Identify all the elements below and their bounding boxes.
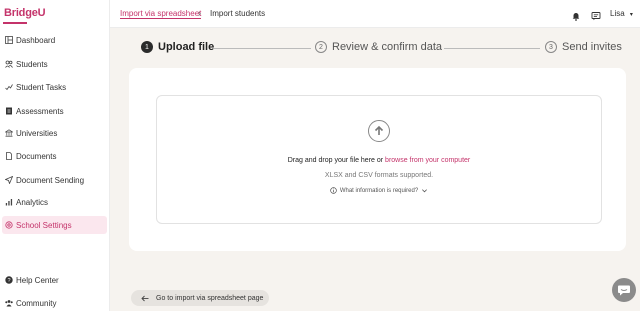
svg-text:?: ? — [7, 278, 10, 284]
step-number: 2 — [315, 41, 327, 53]
upload-card: Drag and drop your file here or browse f… — [129, 68, 626, 251]
sidebar-item-label: Universities — [16, 128, 58, 138]
upload-arrow-icon — [368, 120, 390, 142]
sidebar-item-label: Students — [16, 59, 48, 69]
chat-support-button[interactable] — [612, 278, 636, 302]
breadcrumb-separator-icon: › — [198, 8, 201, 18]
message-icon[interactable] — [591, 8, 601, 21]
arrow-left-icon — [141, 295, 149, 301]
back-to-import-button[interactable]: Go to import via spreadsheet page — [131, 290, 269, 306]
sidebar-item-assessments[interactable]: Assessments — [2, 102, 107, 120]
step-connector — [444, 48, 540, 49]
tasks-icon — [5, 83, 13, 91]
browse-computer-link[interactable]: browse from your computer — [385, 157, 470, 164]
import-stepper: 1 Upload file 2 Review & confirm data 3 … — [110, 28, 640, 68]
main-content: 1 Upload file 2 Review & confirm data 3 … — [110, 28, 640, 311]
chevron-down-icon — [422, 189, 428, 193]
step-label: Send invites — [562, 41, 622, 53]
sidebar-item-analytics[interactable]: Analytics — [2, 193, 107, 211]
sidebar-item-document-sending[interactable]: Document Sending — [2, 171, 107, 189]
chat-icon — [618, 285, 630, 295]
sidebar-item-label: Document Sending — [16, 175, 85, 185]
sidebar-item-school-settings[interactable]: School Settings — [2, 216, 107, 234]
step-connector — [214, 48, 311, 49]
top-bar: Import via spreadsheet › Import students… — [110, 0, 640, 28]
sidebar-item-label: Dashboard — [16, 35, 56, 45]
sidebar-item-help-center[interactable]: ? Help Center — [2, 271, 107, 289]
dropzone-instructions: Drag and drop your file here or browse f… — [157, 157, 601, 164]
sidebar-item-label: Analytics — [16, 197, 49, 207]
step-label: Review & confirm data — [332, 41, 443, 53]
step-upload-file: 1 Upload file — [141, 41, 214, 53]
sidebar-item-label: Documents — [16, 151, 57, 161]
bottom-bar: Go to import via spreadsheet page — [110, 282, 640, 311]
step-number: 3 — [545, 41, 557, 53]
sidebar-item-label: Assessments — [16, 106, 64, 116]
required-info-toggle[interactable]: What information is required? — [157, 187, 601, 194]
settings-icon — [5, 221, 13, 229]
step-number: 1 — [141, 41, 153, 53]
info-icon — [330, 187, 337, 194]
sidebar-item-label: Student Tasks — [16, 82, 67, 92]
chevron-down-icon: ▾ — [629, 12, 633, 18]
back-button-label: Go to import via spreadsheet page — [156, 294, 264, 302]
step-review-confirm: 2 Review & confirm data — [315, 41, 442, 53]
send-icon — [5, 176, 13, 184]
universities-icon — [5, 129, 13, 137]
sidebar-item-label: School Settings — [16, 220, 72, 230]
user-name: Lisa — [610, 9, 625, 18]
sidebar-item-documents[interactable]: Documents — [2, 147, 107, 165]
documents-icon — [5, 152, 13, 160]
analytics-icon — [5, 198, 13, 206]
step-label: Upload file — [158, 41, 215, 53]
help-icon: ? — [5, 276, 13, 284]
required-info-label: What information is required? — [339, 187, 419, 194]
sidebar-item-universities[interactable]: Universities — [2, 124, 107, 142]
breadcrumb-link[interactable]: Import via spreadsheet — [120, 9, 202, 19]
sidebar-item-label: Community — [16, 298, 57, 308]
community-icon — [5, 299, 13, 307]
file-dropzone[interactable]: Drag and drop your file here or browse f… — [156, 95, 602, 224]
students-icon — [5, 60, 13, 68]
breadcrumb-current: Import students — [210, 9, 266, 18]
user-menu[interactable]: Lisa ▾ — [610, 9, 633, 18]
sidebar-item-student-tasks[interactable]: Student Tasks — [2, 78, 107, 96]
sidebar-item-dashboard[interactable]: Dashboard — [2, 31, 107, 49]
bell-icon[interactable] — [571, 8, 581, 21]
supported-formats: XLSX and CSV formats supported. — [324, 172, 434, 179]
dashboard-icon — [5, 36, 13, 44]
assessments-icon — [5, 107, 13, 115]
sidebar-item-label: Help Center — [16, 275, 59, 285]
drop-text: Drag and drop your file here or — [287, 157, 384, 164]
app-logo[interactable]: BridgeU — [4, 7, 46, 19]
sidebar: BridgeU Dashboard Students Student Tasks… — [0, 0, 110, 311]
step-send-invites: 3 Send invites — [545, 41, 622, 53]
sidebar-item-community[interactable]: Community — [2, 294, 107, 311]
sidebar-item-students[interactable]: Students — [2, 55, 107, 73]
logo-underline — [3, 22, 27, 24]
